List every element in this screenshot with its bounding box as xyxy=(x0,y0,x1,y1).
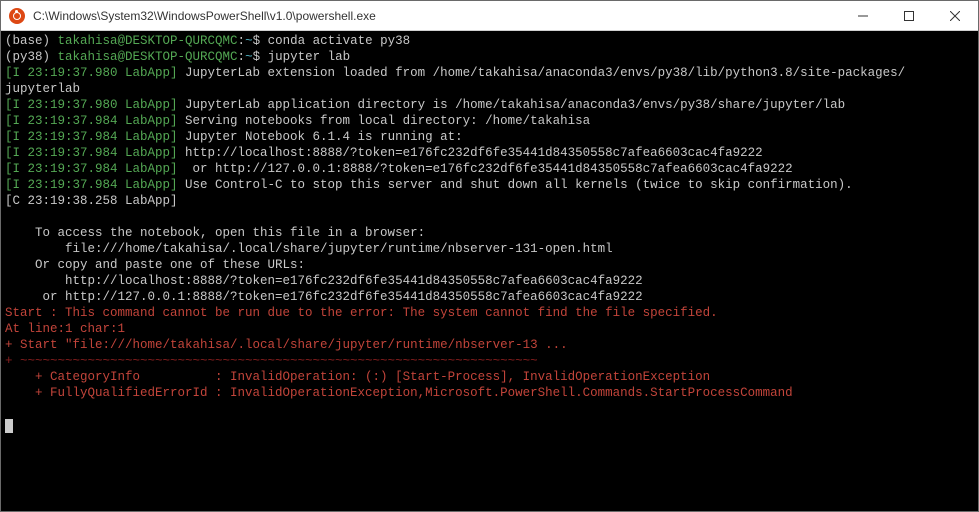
prompt-dollar: $ xyxy=(253,34,268,48)
window-title: C:\Windows\System32\WindowsPowerShell\v1… xyxy=(33,9,840,23)
log-msg: To access the notebook, open this file i… xyxy=(5,226,425,240)
error-line: + Start "file:///home/takahisa/.local/sh… xyxy=(5,338,568,352)
prompt-cmd: conda activate py38 xyxy=(268,34,411,48)
prompt-sep: : xyxy=(238,34,246,48)
minimize-icon xyxy=(858,11,868,21)
cursor xyxy=(5,419,13,433)
prompt-path: ~ xyxy=(245,50,253,64)
terminal-output[interactable]: (base) takahisa@DESKTOP-QURCQMC:~$ conda… xyxy=(1,31,978,511)
log-ts: [I 23:19:37.980 LabApp] xyxy=(5,66,178,80)
log-ts: [I 23:19:37.984 LabApp] xyxy=(5,130,178,144)
log-msg: or http://127.0.0.1:8888/?token=e176fc23… xyxy=(178,162,793,176)
ubuntu-icon xyxy=(9,8,25,24)
minimize-button[interactable] xyxy=(840,1,886,31)
close-button[interactable] xyxy=(932,1,978,31)
maximize-button[interactable] xyxy=(886,1,932,31)
log-msg: http://localhost:8888/?token=e176fc232df… xyxy=(5,274,643,288)
log-ts: [I 23:19:37.984 LabApp] xyxy=(5,178,178,192)
prompt-sep: : xyxy=(238,50,246,64)
error-line: + FullyQualifiedErrorId : InvalidOperati… xyxy=(5,386,793,400)
log-msg: Serving notebooks from local directory: … xyxy=(178,114,591,128)
titlebar[interactable]: C:\Windows\System32\WindowsPowerShell\v1… xyxy=(1,1,978,31)
log-msg: JupyterLab extension loaded from /home/t… xyxy=(178,66,906,80)
prompt-path: ~ xyxy=(245,34,253,48)
log-ts: [I 23:19:37.980 LabApp] xyxy=(5,98,178,112)
prompt-env: (base) xyxy=(5,34,58,48)
log-msg: Or copy and paste one of these URLs: xyxy=(5,258,305,272)
log-ts: [I 23:19:37.984 LabApp] xyxy=(5,162,178,176)
log-msg: jupyterlab xyxy=(5,82,80,96)
prompt-dollar: $ xyxy=(253,50,268,64)
log-msg: http://localhost:8888/?token=e176fc232df… xyxy=(178,146,763,160)
prompt-cmd: jupyter lab xyxy=(268,50,351,64)
close-icon xyxy=(950,11,960,21)
log-ts: [C 23:19:38.258 LabApp] xyxy=(5,194,178,208)
prompt-userhost: takahisa@DESKTOP-QURCQMC xyxy=(58,50,238,64)
error-line: Start : This command cannot be run due t… xyxy=(5,306,718,320)
error-line: + CategoryInfo : InvalidOperation: (:) [… xyxy=(5,370,710,384)
error-line: At line:1 char:1 xyxy=(5,322,125,336)
maximize-icon xyxy=(904,11,914,21)
error-line: + ~~~~~~~~~~~~~~~~~~~~~~~~~~~~~~~~~~~~~~… xyxy=(5,354,538,368)
log-msg: or http://127.0.0.1:8888/?token=e176fc23… xyxy=(5,290,643,304)
log-msg: Use Control-C to stop this server and sh… xyxy=(178,178,853,192)
prompt-userhost: takahisa@DESKTOP-QURCQMC xyxy=(58,34,238,48)
log-msg: JupyterLab application directory is /hom… xyxy=(178,98,846,112)
log-msg: Jupyter Notebook 6.1.4 is running at: xyxy=(178,130,463,144)
log-ts: [I 23:19:37.984 LabApp] xyxy=(5,114,178,128)
log-msg: file:///home/takahisa/.local/share/jupyt… xyxy=(5,242,613,256)
prompt-env: (py38) xyxy=(5,50,58,64)
log-ts: [I 23:19:37.984 LabApp] xyxy=(5,146,178,160)
app-window: C:\Windows\System32\WindowsPowerShell\v1… xyxy=(0,0,979,512)
